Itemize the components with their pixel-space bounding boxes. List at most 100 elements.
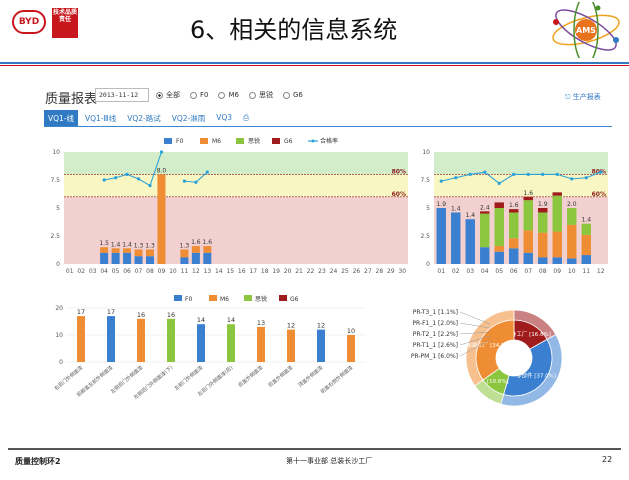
link-icon: ⎋ <box>565 93 571 101</box>
page-number: 22 <box>602 455 613 464</box>
bar-M6 <box>538 232 548 258</box>
bar-total-label: 1.5 <box>99 240 109 247</box>
tab-vq3[interactable]: VQ3 <box>212 110 236 127</box>
tab-vq2-rain[interactable]: VQ2-淋雨 <box>168 110 210 127</box>
y-tick-label: 7.5 <box>50 177 60 184</box>
rate-point <box>439 179 443 183</box>
bar-total-label: 1.4 <box>122 241 132 248</box>
threshold-label: 60% <box>392 191 406 198</box>
export-report-label: 生产报表 <box>572 93 601 101</box>
title-divider <box>0 62 629 64</box>
y-tick-label: 10 <box>422 149 430 156</box>
defect-bar-value: 14 <box>227 316 235 324</box>
tab-vq1-line3[interactable]: VQ1-Ⅲ线 <box>81 110 120 127</box>
top-defects-chart: F0 M6 思锐 G601020 17右后门外侧面漆17前舱盖左前外侧面漆16左侧后门外… <box>53 295 366 401</box>
print-icon[interactable]: ⎙ <box>239 110 253 127</box>
defect-bar-value: 12 <box>287 322 295 330</box>
bar-M6 <box>145 249 155 257</box>
x-tick-label: 19 <box>272 268 280 275</box>
defect-bar <box>257 326 265 362</box>
legend-swatch-3 <box>272 138 280 144</box>
x-tick-label: 26 <box>353 268 361 275</box>
pie-label-leader <box>459 311 491 325</box>
y-tick-label: 7.5 <box>420 177 430 184</box>
bar-F0 <box>123 252 132 264</box>
x-tick-label: 24 <box>330 268 338 275</box>
defect-bar-value: 17 <box>107 308 115 316</box>
quality-tag-logo: 技术品质责任 <box>52 8 78 38</box>
legend-swatch-0 <box>174 295 182 301</box>
rate-point <box>584 176 588 180</box>
radio-all-dot <box>156 91 163 99</box>
defect-bar-value: 13 <box>257 319 265 327</box>
x-tick-label: 08 <box>146 268 154 275</box>
bar-total-label: 2.4 <box>480 204 490 211</box>
bar-total-label: 2.0 <box>567 201 577 208</box>
bar-思锐 <box>567 208 577 225</box>
footer-department: 第十一事业部 总装长沙工厂 <box>286 457 373 465</box>
radio-m6[interactable]: M6 <box>218 90 239 100</box>
y-tick-label: 5 <box>56 205 60 212</box>
defect-bar <box>347 335 355 362</box>
y-tick-label: 2.5 <box>50 233 60 240</box>
y-tick-label: 10 <box>55 332 63 339</box>
bar-G6 <box>480 211 490 214</box>
x-tick-label: 23 <box>318 268 326 275</box>
defect-bar <box>197 324 205 362</box>
defect-bar <box>227 324 235 362</box>
tab-vq2-road[interactable]: VQ2-路试 <box>123 110 165 127</box>
x-tick-label: 22 <box>307 268 315 275</box>
legend-label-0: F0 <box>176 138 183 145</box>
defect-bar-value: 12 <box>317 322 325 330</box>
defect-category-label: 顶盖外侧面漆 <box>297 364 324 389</box>
pie-outer-label: PR-F1_1 [2.0%] <box>412 320 458 327</box>
slide-title: 6、相关的信息系统 <box>190 16 398 44</box>
bar-F0 <box>567 258 577 264</box>
y-tick-label: 2.5 <box>420 233 430 240</box>
monthly-defect-chart: 02.557.51080%60%011.9021.4031.4042.405 06… <box>420 149 608 275</box>
radio-f0[interactable]: F0 <box>190 90 208 100</box>
report-title: 质量报表 <box>45 92 98 107</box>
rate-point <box>102 178 106 182</box>
bar-G6 <box>494 202 504 208</box>
threshold-label: 80% <box>392 168 406 175</box>
x-tick-label: 10 <box>568 268 576 275</box>
bar-M6 <box>581 234 591 256</box>
legend-label-1: M6 <box>220 296 229 303</box>
defect-category-label: 左前门外侧面漆 <box>173 364 204 392</box>
legend-swatch-0 <box>164 138 172 144</box>
x-tick-label: 01 <box>437 268 445 275</box>
bar-F0 <box>180 257 189 264</box>
bar-F0 <box>451 212 461 264</box>
bar-F0 <box>100 252 109 264</box>
rate-point <box>555 172 559 176</box>
date-input[interactable]: 2013-11-12 <box>95 88 149 102</box>
bar-M6 <box>180 249 189 258</box>
bar-total-label: 1.9 <box>436 201 446 208</box>
radio-sirui[interactable]: 思锐 <box>248 90 273 100</box>
radio-all[interactable]: 全部 <box>156 90 180 100</box>
defect-bar <box>287 329 295 362</box>
x-tick-label: 20 <box>284 268 292 275</box>
x-tick-label: 02 <box>77 268 85 275</box>
legend-label-1: M6 <box>212 138 221 145</box>
bar-M6 <box>134 249 143 257</box>
daily-defect-chart: F0 M6 思锐 G6 合格率 0 2.5 5 7.5 10 80% 60% 01 02 03 04 1.5 05… <box>50 137 408 275</box>
bar-G6 <box>552 192 562 196</box>
bar-M6 <box>509 238 519 249</box>
pie-inner-label: [10.6%] <box>487 379 509 385</box>
export-report-link[interactable]: ⎋ 生产报表 <box>565 92 601 102</box>
rate-point <box>114 176 118 180</box>
radio-f0-label: F0 <box>200 91 209 99</box>
rate-point <box>136 177 141 181</box>
legend-swatch-2 <box>236 138 244 144</box>
radio-g6[interactable]: G6 <box>282 90 303 100</box>
x-tick-label: 25 <box>341 268 349 275</box>
radio-m6-label: M6 <box>228 91 239 99</box>
bar-G6 <box>538 208 548 213</box>
tab-vq1-line[interactable]: VQ1-线 <box>44 110 79 127</box>
rate-point <box>454 176 458 180</box>
defect-category-label: 前盖右侧外侧面漆 <box>319 364 354 395</box>
x-tick-label: 07 <box>524 268 532 275</box>
pie-outer-label: PR-T3_1 [1.1%] <box>413 309 458 316</box>
